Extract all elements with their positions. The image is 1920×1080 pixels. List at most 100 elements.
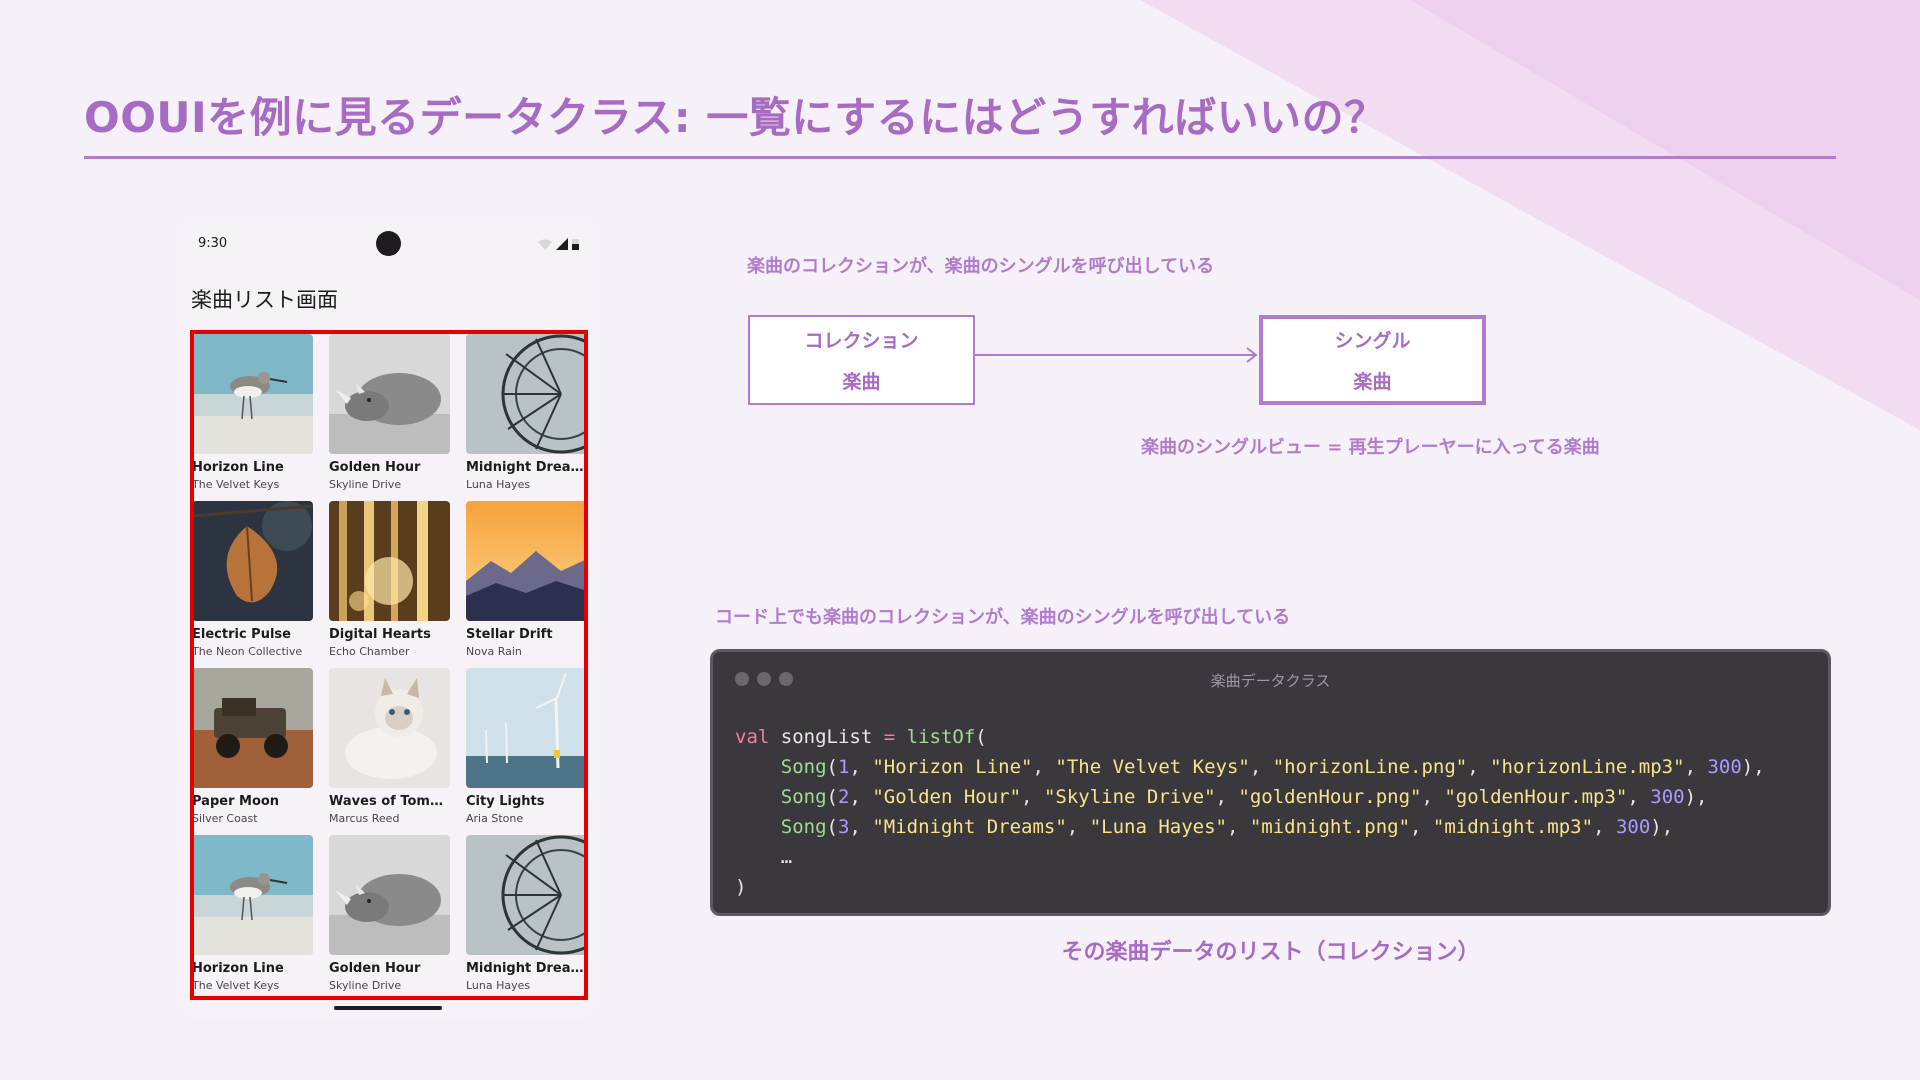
code-keyword: val [735,726,770,748]
code-song-id: 1 [837,756,850,778]
song-artist: Luna Hayes [466,979,531,992]
collection-box-label: コレクション [804,330,919,352]
code-block: val songList = listOf( Song(1, "Horizon … [735,726,1765,898]
song-card[interactable]: Horizon Line The Velvet Keys [192,835,313,992]
slide-title: OOUIを例に見るデータクラス: 一覧にするにはどうすればいいの？ [84,93,1387,142]
code-constructor: Song [780,786,827,808]
song-artist: Marcus Reed [329,812,400,825]
collection-call-note: 楽曲のコレクションが、楽曲のシングルを呼び出している [747,256,1215,277]
wifi-icon [538,239,552,250]
status-icons [538,238,579,250]
code-song-title: "Midnight Dreams" [872,816,1067,838]
song-card[interactable]: Digital Hearts Echo Chamber [329,501,450,658]
code-ellipsis: … [780,846,793,868]
album-art-image [194,501,313,621]
title-divider [84,156,1836,159]
song-artist: Skyline Drive [329,979,402,992]
album-art-image [194,668,313,788]
song-card[interactable]: Midnight Dreams Luna Hayes [466,835,584,992]
album-art-image [329,501,450,621]
song-artist: Luna Hayes [466,478,531,491]
song-artist: Skyline Drive [329,478,402,491]
code-song-duration: 300 [1650,786,1685,808]
song-card[interactable]: Horizon Line The Velvet Keys [192,334,313,491]
status-time: 9:30 [198,236,228,251]
collection-box-sublabel: 楽曲 [842,371,881,393]
code-song-duration: 300 [1615,816,1651,838]
home-indicator[interactable] [334,1006,442,1010]
code-song-artist: "The Velvet Keys" [1055,756,1250,778]
song-card[interactable]: Stellar Drift Nova Rain [466,501,584,658]
single-view-note: 楽曲のシングルビュー = 再生プレーヤーに入ってる楽曲 [1141,437,1600,458]
code-window: 楽曲データクラス val songList = listOf( Song(1, … [710,649,1831,916]
album-art [466,501,584,621]
album-art-image [466,501,584,621]
code-song-duration: 300 [1707,756,1742,778]
album-art [194,334,313,454]
song-title: Stellar Drift [466,627,553,642]
song-card[interactable]: Midnight Dreams Luna Hayes [466,334,587,491]
song-card[interactable]: Golden Hour Skyline Drive [329,835,450,992]
single-box: シングル 楽曲 [1259,315,1486,405]
song-card[interactable]: Golden Hour Skyline Drive [329,334,450,491]
call-arrow [973,347,1258,363]
song-artist: Silver Coast [192,812,258,825]
song-title: Waves of Tomorrow [329,794,450,809]
collection-box: コレクション 楽曲 [748,315,975,405]
song-title: Digital Hearts [329,627,431,642]
song-card[interactable]: City Lights Aria Stone [466,668,584,825]
code-song-artist: "Luna Hayes" [1089,816,1227,838]
album-art [194,501,313,621]
album-art [329,668,450,788]
song-artist: Nova Rain [466,645,522,658]
song-artist: The Velvet Keys [192,979,280,992]
code-window-title: 楽曲データクラス [1210,672,1331,690]
code-song-title: "Golden Hour" [872,786,1022,808]
album-art-image [466,668,584,788]
song-artist: Echo Chamber [329,645,410,658]
code-song-title: "Horizon Line" [872,756,1033,778]
song-card[interactable]: Paper Moon Silver Coast [192,668,313,825]
code-variable: songList [780,726,873,748]
song-title: Horizon Line [192,460,284,475]
phone-mockup: 9:30 楽曲リスト画面 Horizon Line The Velvet Keys… [176,214,601,1020]
song-card[interactable]: Waves of Tomorrow Marcus Reed [329,668,450,825]
code-constructor: Song [780,816,827,838]
song-grid-highlight: Horizon Line The Velvet Keys Golden Hour Sk… [190,330,588,1000]
code-call-note: コード上でも楽曲のコレクションが、楽曲のシングルを呼び出している [715,607,1291,628]
code-song-id: 2 [837,786,850,808]
song-title: City Lights [466,794,545,809]
album-art [194,668,313,788]
code-song-id: 3 [837,816,850,838]
code-function: listOf [906,726,976,748]
camera-cutout [376,231,401,256]
single-box-sublabel: 楽曲 [1353,371,1392,393]
album-art-image [466,334,584,454]
collection-caption: その楽曲データのリスト（コレクション） [0,934,1920,966]
song-title: Golden Hour [329,460,421,475]
code-song-audio: "horizonLine.mp3" [1490,756,1685,778]
song-card[interactable]: Electric Pulse The Neon Collective [192,501,313,658]
album-art [329,334,450,454]
code-constructor: Song [780,756,827,778]
album-art-image [329,668,450,788]
screen-title: 楽曲リスト画面 [191,288,338,312]
song-artist: The Neon Collective [192,645,303,658]
code-song-image: "midnight.png" [1249,816,1411,838]
code-song-audio: "goldenHour.mp3" [1444,786,1628,808]
song-title: Electric Pulse [192,627,291,642]
album-art-image [194,334,313,454]
code-song-image: "goldenHour.png" [1238,786,1422,808]
battery-icon [572,239,579,250]
song-title: Midnight Dreams [466,460,587,475]
code-song-audio: "midnight.mp3" [1432,816,1594,838]
song-grid: Horizon Line The Velvet Keys Golden Hour Sk… [192,334,587,992]
album-art [329,501,450,621]
signal-icon [556,238,568,250]
song-artist: Aria Stone [466,812,524,825]
code-song-image: "horizonLine.png" [1272,756,1468,778]
single-box-label: シングル [1334,330,1411,352]
code-song-artist: "Skyline Drive" [1043,786,1216,808]
song-artist: The Velvet Keys [192,478,280,491]
album-art [466,334,584,454]
